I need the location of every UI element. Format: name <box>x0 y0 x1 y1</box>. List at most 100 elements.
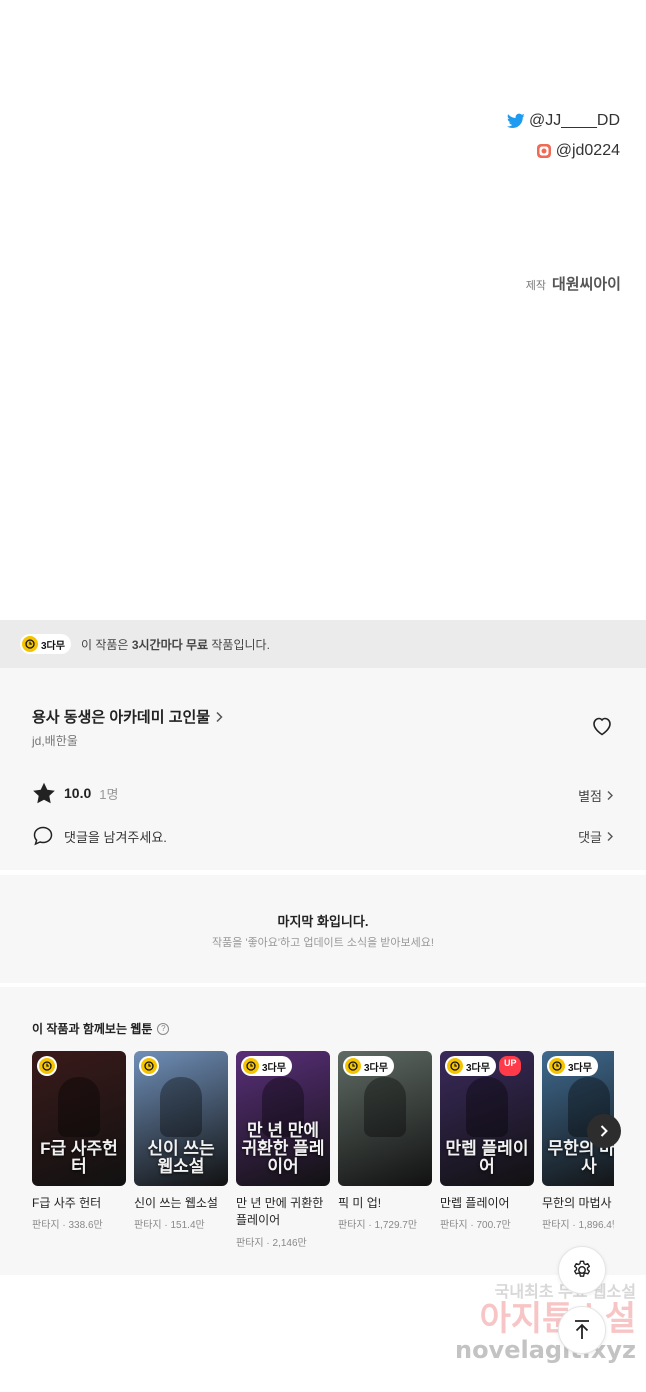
cover-thumbnail[interactable]: 3다무 UP 만렙 플레이어 <box>440 1051 534 1186</box>
rating-link[interactable]: 별점 <box>578 786 614 805</box>
3dm-badge-label: 3다무 <box>41 640 65 652</box>
card-title[interactable]: F급 사주 헌터 <box>32 1195 126 1212</box>
last-episode-subtitle: 작품을 '좋아요'하고 업데이트 소식을 받아보세요! <box>212 937 434 949</box>
cover-thumbnail[interactable]: 3다무만 년 만에 귀환한 플레이어 <box>236 1051 330 1186</box>
scroll-top-button[interactable] <box>558 1306 606 1354</box>
instagram-handle-text: @jd0224 <box>555 142 620 159</box>
twitter-handle-text: @JJ____DD <box>529 112 620 129</box>
rating-count: 1명 <box>99 786 119 802</box>
clock-icon <box>39 1058 55 1074</box>
cover-character-art <box>466 1077 508 1137</box>
comment-link-label: 댓글 <box>578 830 602 845</box>
page-footer-area <box>0 1275 646 1392</box>
3dm-badge <box>139 1056 159 1076</box>
cover-character-art <box>160 1077 202 1137</box>
comment-link[interactable]: 댓글 <box>578 827 614 846</box>
cover-thumbnail[interactable]: 신이 쓰는 웹소설 <box>134 1051 228 1186</box>
card-genre-views: 판타지 · 1,729.7만 <box>338 1220 418 1232</box>
cover-title-logo: 신이 쓰는 웹소설 <box>147 1139 215 1177</box>
like-heart-icon[interactable] <box>590 714 614 738</box>
cover-title-logo: 만 년 만에 귀환한 플레이어 <box>241 1121 325 1177</box>
instagram-icon <box>536 144 551 158</box>
free-banner-suffix: 작품입니다. <box>208 637 270 652</box>
card-genre-views: 판타지 · 151.4만 <box>134 1220 205 1232</box>
card-genre-views: 판타지 · 1,896.4만 <box>542 1220 614 1232</box>
comment-prompt[interactable]: 댓글을 남겨주세요. <box>32 825 167 847</box>
3dm-badge-label: 3다무 <box>568 1062 592 1074</box>
card-title[interactable]: 만렙 플레이어 <box>440 1195 534 1212</box>
rating-summary: 10.0 1명 <box>32 782 118 804</box>
card-genre-views: 판타지 · 338.6만 <box>32 1220 103 1232</box>
card-title[interactable]: 신이 쓰는 웹소설 <box>134 1195 228 1212</box>
help-icon[interactable]: ? <box>157 1022 170 1035</box>
free-banner-bold: 3시간마다 무료 <box>131 637 209 652</box>
comment-prompt-text: 댓글을 남겨주세요. <box>64 829 167 845</box>
cover-character-art <box>364 1077 406 1137</box>
cover-title-logo: F급 사주헌터 <box>40 1139 118 1177</box>
3dm-badge: 3다무 <box>20 634 71 654</box>
cover-badges: 3다무 <box>343 1056 394 1076</box>
recommendation-carousel: F급 사주헌터 F급 사주 헌터 판타지 · 338.6만 신이 쓰는 웹소설 신이 쓰… <box>32 1051 614 1271</box>
clock-icon <box>549 1058 565 1074</box>
recommendation-heading-text: 이 작품과 함께보는 웹툰 <box>32 1022 153 1036</box>
instagram-handle[interactable]: @jd0224 <box>536 142 620 160</box>
twitter-handle[interactable]: @JJ____DD <box>507 112 620 130</box>
clock-icon <box>141 1058 157 1074</box>
star-icon <box>33 782 55 804</box>
cover-thumbnail[interactable]: F급 사주헌터 <box>32 1051 126 1186</box>
3dm-badge-label: 3다무 <box>262 1062 286 1074</box>
credit-label: 제작 <box>525 280 546 292</box>
work-info-panel: 용사 동생은 아카데미 고인물 jd,배한울 10.0 1명 별점 댓글을 남겨… <box>0 668 646 870</box>
update-badge: UP <box>498 1056 522 1076</box>
clock-icon <box>243 1058 259 1074</box>
3dm-badge: 3다무 <box>343 1056 394 1076</box>
clock-icon <box>22 636 38 652</box>
work-title: 용사 동생은 아카데미 고인물 <box>32 709 211 726</box>
carousel-next-button[interactable] <box>587 1114 621 1148</box>
recommendation-card[interactable]: 3다무픽 미 업! 판타지 · 1,729.7만 <box>338 1051 432 1231</box>
last-episode-title: 마지막 화입니다. <box>277 914 369 929</box>
recommendation-card[interactable]: F급 사주헌터 F급 사주 헌터판타지 · 338.6만 <box>32 1051 126 1231</box>
recommendation-section: 이 작품과 함께보는 웹툰 ? F급 사주헌터 F급 사주 헌터판타지 · 338… <box>0 987 646 1275</box>
3dm-badge-label: 3다무 <box>364 1062 388 1074</box>
clock-icon <box>447 1058 463 1074</box>
work-authors: jd,배한울 <box>32 734 78 748</box>
card-title[interactable]: 픽 미 업! <box>338 1195 432 1212</box>
work-title-link[interactable]: 용사 동생은 아카데미 고인물 <box>32 706 224 727</box>
comment-bubble-icon <box>33 826 53 846</box>
twitter-icon <box>507 113 525 128</box>
gear-icon <box>573 1260 591 1277</box>
3dm-badge: 3다무 <box>241 1056 292 1076</box>
chevron-right-icon <box>600 1125 608 1137</box>
3dm-badge-label: 3다무 <box>466 1062 490 1074</box>
recommendation-card[interactable]: 3다무 UP 만렙 플레이어 만렙 플레이어 판타지 · 700.7만 <box>440 1051 534 1231</box>
free-every-3h-banner: 3다무 이 작품은 3시간마다 무료 작품입니다. <box>0 620 646 668</box>
cover-thumbnail[interactable]: 3다무 <box>338 1051 432 1186</box>
free-banner-text: 이 작품은 3시간마다 무료 작품입니다. <box>81 636 270 653</box>
free-banner-prefix: 이 작품은 <box>80 637 132 652</box>
last-episode-notice: 마지막 화입니다. 작품을 '좋아요'하고 업데이트 소식을 받아보세요! <box>0 875 646 983</box>
production-credit: 제작 대원씨아이 <box>526 273 621 294</box>
card-title[interactable]: 만 년 만에 귀환한 플레이어 <box>236 1195 330 1230</box>
cover-badges <box>139 1056 159 1076</box>
rating-link-label: 별점 <box>578 789 602 804</box>
chevron-right-icon <box>607 791 613 800</box>
cover-character-art <box>58 1077 100 1137</box>
cover-badges <box>37 1056 57 1076</box>
cover-badges: 3다무 <box>547 1056 598 1076</box>
recommendation-card[interactable]: 3다무 만 년 만에 귀환한 플레이어 만 년 만에 귀환한 플레이어 판타지 · 2… <box>236 1051 330 1249</box>
card-genre-views: 판타지 · 2,146만 <box>236 1237 307 1249</box>
3dm-badge: 3다무 <box>547 1056 598 1076</box>
card-title[interactable]: 무한의 마법사 <box>542 1195 614 1212</box>
card-genre-views: 판타지 · 700.7만 <box>440 1220 511 1232</box>
3dm-badge: 3다무 <box>445 1056 496 1076</box>
rating-value: 10.0 <box>64 785 92 801</box>
3dm-badge <box>37 1056 57 1076</box>
studio-name: 대원씨아이 <box>551 276 621 293</box>
chevron-right-icon <box>216 711 223 722</box>
settings-button[interactable] <box>558 1246 606 1294</box>
cover-badges: 3다무 <box>241 1056 292 1076</box>
cover-badges: 3다무 UP <box>445 1056 522 1076</box>
episode-end-area: @JJ____DD @jd0224 제작 대원씨아이 <box>0 0 646 620</box>
recommendation-card[interactable]: 신이 쓰는 웹소설 신이 쓰는 웹소설 판타지 · 151.4만 <box>134 1051 228 1231</box>
